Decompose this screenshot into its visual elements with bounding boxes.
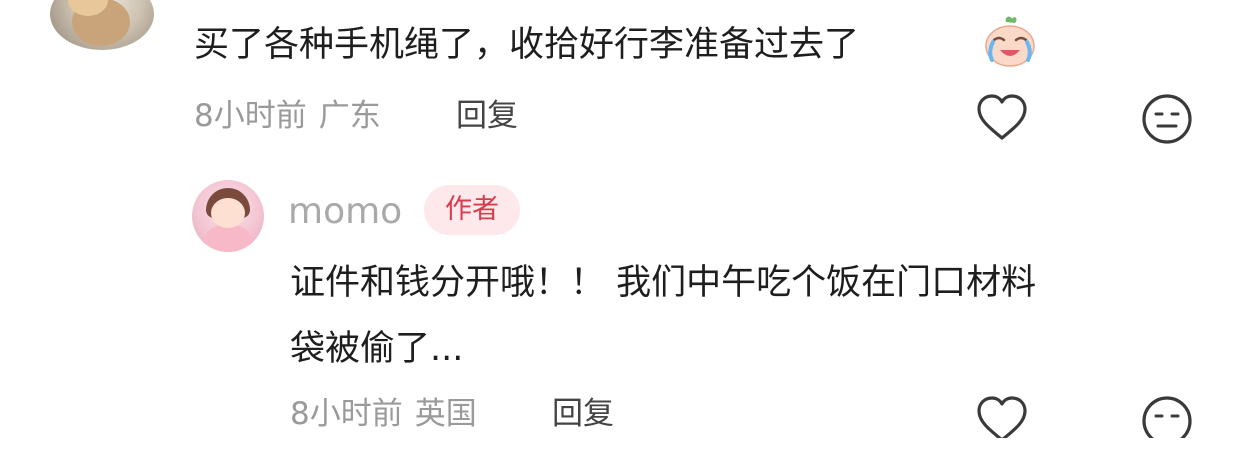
reply-location: 英国 [414,396,477,432]
author-badge: 作者 [424,185,520,235]
reply-avatar[interactable] [192,180,264,252]
reply-username[interactable]: momo [288,190,402,234]
reply-time: 8小时前 [290,396,403,432]
heart-outline-icon[interactable] [974,394,1030,438]
comment-time: 8小时前 [194,98,307,134]
comment-text: 买了各种手机绳了，收拾好行李准备过去了 [194,25,860,65]
neutral-face-icon[interactable] [1140,394,1194,438]
reply-action-icons [890,392,1242,438]
reply-text-line2: 袋被偷了... [290,329,464,369]
crying-face-emoji-icon [985,16,1035,67]
reply-text-line1: 证件和钱分开哦！！ 我们中午吃个饭在门口材料 [290,263,1037,303]
comment-reply-button[interactable]: 回复 [456,96,518,136]
heart-outline-icon[interactable] [974,92,1030,144]
reply-reply-button[interactable]: 回复 [552,394,614,434]
neutral-face-icon[interactable] [1140,92,1194,146]
commenter-avatar[interactable] [50,0,154,50]
comment-location: 广东 [318,98,381,134]
